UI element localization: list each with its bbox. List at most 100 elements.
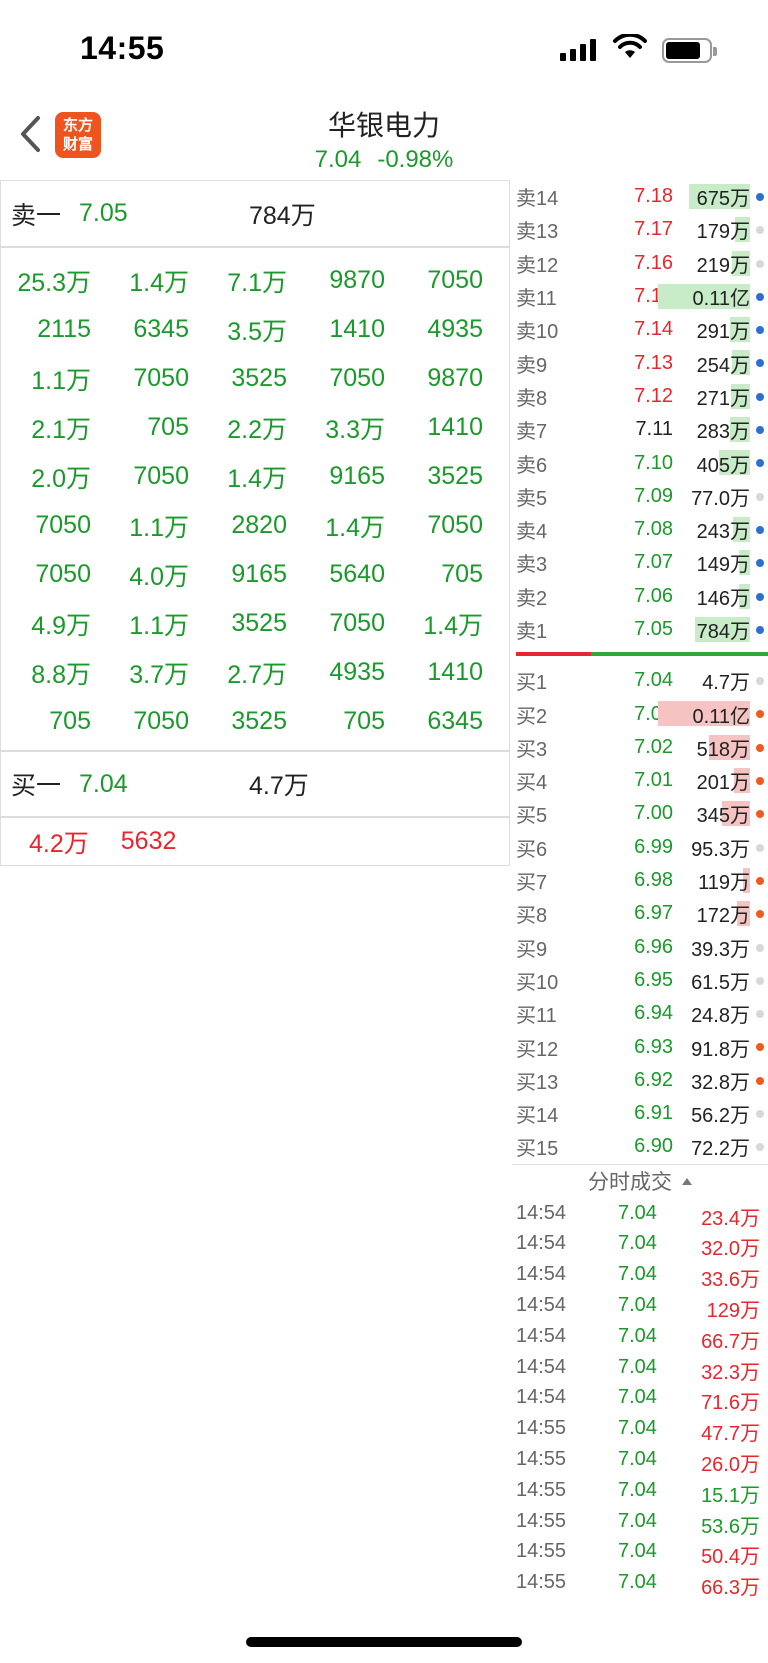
queue-cell: 3.3万: [325, 415, 385, 444]
ask-level-row[interactable]: 卖13 7.17 179万: [512, 213, 768, 246]
ask-level-row[interactable]: 卖8 7.12 271万: [512, 380, 768, 413]
level-price: 7.06: [634, 584, 673, 607]
queue-cell: 705: [49, 707, 91, 735]
bid-level-row[interactable]: 买2 7.03 0.11亿: [512, 697, 768, 730]
bid-level-row[interactable]: 买8 6.97 172万: [512, 897, 768, 930]
level-volume: 39.3万: [691, 938, 750, 961]
tick-trades-list[interactable]: 14:54 7.04 23.4万 14:54 7.04 32.0万 14:54 7.04 33.…: [512, 1198, 768, 1600]
status-dot-icon: [756, 492, 764, 501]
ask-level-row[interactable]: 卖14 7.18 675万: [512, 180, 768, 213]
ask-level-row[interactable]: 卖12 7.16 219万: [512, 247, 768, 280]
level-label: 买7: [516, 872, 548, 895]
status-dot-icon: [756, 193, 764, 201]
level-price: 6.91: [634, 1102, 673, 1125]
queue-cell: 9870: [329, 266, 385, 294]
status-dot-icon: [756, 392, 764, 401]
queue-cell: 7050: [35, 560, 91, 588]
bid-level-row[interactable]: 买14 6.91 56.2万: [512, 1097, 768, 1130]
tick-trades-header[interactable]: 分时成交: [512, 1163, 768, 1198]
level-label: 卖2: [516, 587, 548, 610]
order-book-panel: 卖14 7.18 675万 卖13 7.17 179万 卖12 7.16 219万 卖11 7.15…: [512, 180, 768, 1600]
ask-level-row[interactable]: 卖5 7.09 77.0万: [512, 480, 768, 513]
level-price: 7.14: [634, 318, 673, 341]
sell-one-volume: 784万: [249, 201, 316, 230]
queue-cell: 1.1万: [31, 366, 91, 395]
tick-price: 7.04: [618, 1355, 657, 1378]
level-price: 7.11: [635, 418, 673, 441]
queue-cell: 2.1万: [31, 415, 91, 444]
level-label: 买8: [516, 905, 548, 928]
bid-level-row[interactable]: 买11 6.94 24.8万: [512, 997, 768, 1030]
bid-level-row[interactable]: 买7 6.98 119万: [512, 864, 768, 897]
status-dot-icon: [756, 326, 764, 335]
level-label: 买14: [516, 1105, 559, 1128]
queue-cell: 705: [441, 560, 483, 588]
status-dot-icon: [756, 592, 764, 601]
queue-row: 25.3万 1.4万 7.1万 9870 7050: [1, 256, 509, 305]
order-queue-grid: 25.3万 1.4万 7.1万 9870 7050 2115 6345 3.5万 1410 493…: [0, 248, 510, 750]
status-dot-icon: [756, 359, 764, 368]
bid-level-row[interactable]: 买6 6.99 95.3万: [512, 831, 768, 864]
status-dot-icon: [756, 743, 764, 752]
tick-time: 14:54: [516, 1355, 567, 1378]
queue-cell: 8.8万: [31, 660, 91, 689]
queue-cell: 5640: [329, 560, 385, 588]
level-volume: 95.3万: [691, 838, 750, 861]
queue-cell: 2.2万: [227, 415, 287, 444]
ask-level-row[interactable]: 卖2 7.06 146万: [512, 580, 768, 613]
queue-cell: 7050: [427, 266, 483, 294]
ask-level-row[interactable]: 卖3 7.07 149万: [512, 546, 768, 579]
tick-price: 7.04: [618, 1232, 657, 1255]
level-volume: 283万: [696, 421, 750, 444]
bid-level-row[interactable]: 买12 6.93 91.8万: [512, 1030, 768, 1063]
buy-queue-item: 5632: [120, 827, 177, 855]
level-label: 买1: [516, 672, 548, 695]
tick-row: 14:55 7.04 26.0万: [512, 1444, 768, 1476]
level-label: 卖8: [516, 387, 548, 410]
queue-cell: 1.4万: [227, 464, 287, 493]
level-volume: 72.2万: [691, 1138, 750, 1161]
queue-cell: 2115: [37, 315, 91, 343]
queue-row: 2.1万 705 2.2万 3.3万 1410: [1, 403, 509, 452]
bid-level-row[interactable]: 买1 7.04 4.7万: [512, 664, 768, 697]
level-price: 7.08: [634, 518, 673, 541]
ask-level-row[interactable]: 卖4 7.08 243万: [512, 513, 768, 546]
queue-cell: 705: [147, 413, 189, 441]
tick-volume: 71.6万: [701, 1392, 760, 1415]
queue-row: 4.9万 1.1万 3525 7050 1.4万: [1, 599, 509, 648]
bid-level-row[interactable]: 买9 6.96 39.3万: [512, 931, 768, 964]
level-label: 卖14: [516, 188, 559, 211]
level-price: 6.98: [634, 869, 673, 892]
level-volume: 24.8万: [691, 1005, 750, 1028]
queue-cell: 3525: [427, 462, 483, 490]
tick-volume: 53.6万: [701, 1515, 760, 1538]
ask-level-row[interactable]: 卖1 7.05 784万: [512, 613, 768, 646]
tick-time: 14:55: [516, 1478, 567, 1501]
bid-level-row[interactable]: 买4 7.01 201万: [512, 764, 768, 797]
level-price: 7.04: [634, 669, 673, 692]
queue-row: 1.1万 7050 3525 7050 9870: [1, 354, 509, 403]
ask-level-row[interactable]: 卖9 7.13 254万: [512, 346, 768, 379]
tick-volume: 66.3万: [701, 1577, 760, 1600]
bid-level-row[interactable]: 买5 7.00 345万: [512, 797, 768, 830]
caret-up-icon: [682, 1177, 692, 1185]
tick-row: 14:55 7.04 53.6万: [512, 1506, 768, 1538]
level-volume: 0.11亿: [692, 705, 750, 728]
bid-level-row[interactable]: 买3 7.02 518万: [512, 731, 768, 764]
tick-price: 7.04: [618, 1263, 657, 1286]
tick-price: 7.04: [618, 1417, 657, 1440]
ask-level-row[interactable]: 卖7 7.11 283万: [512, 413, 768, 446]
level-label: 卖3: [516, 554, 548, 577]
tick-time: 14:54: [516, 1201, 567, 1224]
ask-level-row[interactable]: 卖11 7.15 0.11亿: [512, 280, 768, 313]
queue-cell: 1.4万: [423, 611, 483, 640]
tick-volume: 47.7万: [701, 1423, 760, 1446]
price-summary: 7.04 -0.98%: [0, 146, 768, 174]
level-label: 卖7: [516, 421, 548, 444]
bid-level-row[interactable]: 买15 6.90 72.2万: [512, 1130, 768, 1163]
ask-level-row[interactable]: 卖10 7.14 291万: [512, 313, 768, 346]
ask-level-row[interactable]: 卖6 7.10 405万: [512, 446, 768, 479]
bid-level-row[interactable]: 买10 6.95 61.5万: [512, 964, 768, 997]
bid-level-row[interactable]: 买13 6.92 32.8万: [512, 1064, 768, 1097]
status-dot-icon: [756, 426, 764, 435]
